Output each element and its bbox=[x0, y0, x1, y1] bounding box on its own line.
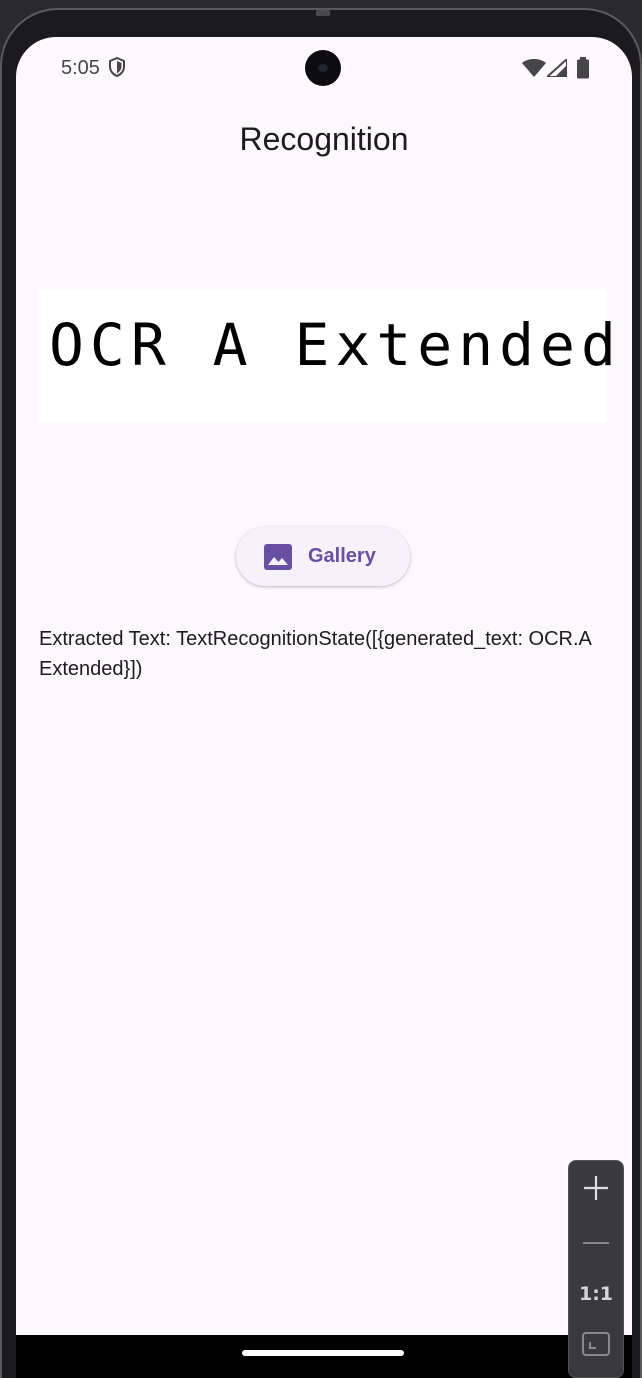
fit-screen-icon bbox=[582, 1331, 610, 1361]
image-preview-text: OCR A Extended bbox=[49, 311, 622, 379]
image-icon bbox=[264, 544, 292, 575]
status-bar: 5:05 bbox=[16, 37, 632, 97]
navigation-bar bbox=[16, 1335, 632, 1378]
emulator-zoom-controls: 1:1 bbox=[568, 1160, 624, 1378]
gallery-button-label: Gallery bbox=[308, 545, 376, 567]
zoom-one-to-one-label: 1:1 bbox=[578, 1283, 614, 1305]
zoom-reset-button[interactable]: 1:1 bbox=[569, 1271, 623, 1317]
front-camera bbox=[305, 50, 341, 86]
selected-image-preview: OCR A Extended bbox=[39, 289, 616, 422]
wifi-icon bbox=[522, 59, 546, 82]
zoom-out-button[interactable] bbox=[569, 1219, 623, 1265]
device-top-detail bbox=[316, 10, 330, 16]
status-time: 5:05 bbox=[61, 57, 100, 79]
extracted-text: Extracted Text: TextRecognitionState([{g… bbox=[39, 628, 591, 680]
signal-icon bbox=[544, 56, 568, 82]
minus-icon bbox=[582, 1233, 610, 1251]
phone-screen: 5:05 Recognition OCR A Extended Gallery … bbox=[16, 37, 632, 1335]
page-title: Recognition bbox=[239, 121, 409, 157]
fit-screen-button[interactable] bbox=[569, 1323, 623, 1369]
gallery-button[interactable]: Gallery bbox=[236, 527, 410, 586]
battery-icon bbox=[576, 57, 590, 84]
plus-icon bbox=[582, 1174, 610, 1207]
shield-icon bbox=[108, 56, 126, 82]
zoom-in-button[interactable] bbox=[569, 1167, 623, 1213]
home-gesture-handle[interactable] bbox=[242, 1350, 404, 1356]
